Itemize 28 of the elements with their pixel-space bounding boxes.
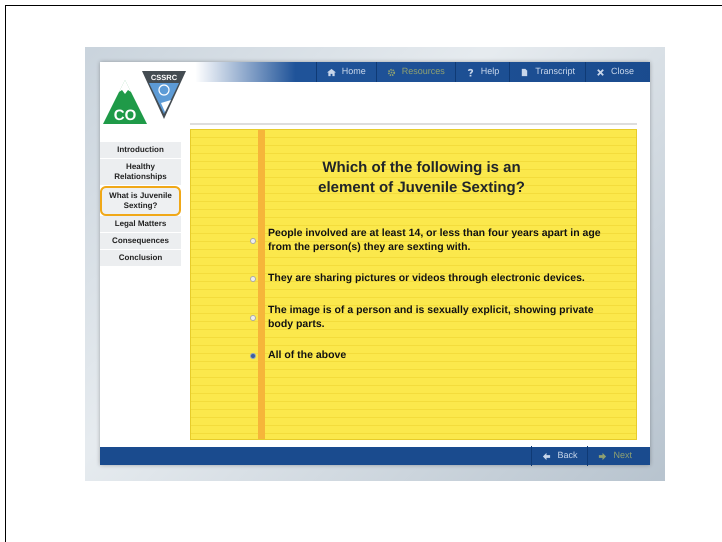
radio-button[interactable] (250, 238, 256, 244)
answer-option: People involved are at least 14, or less than four years apart in age from the person(s) they are sexting with. (268, 227, 608, 254)
answer-option: They are sharing pictures or videos through electronic devices. (268, 272, 585, 286)
page-icon (520, 68, 530, 76)
close-icon (596, 68, 605, 76)
sidebar-item[interactable]: Consequences (100, 233, 181, 250)
nav-button[interactable]: Back (531, 446, 588, 466)
colorado-logo: CO (102, 78, 148, 126)
radio-button[interactable] (250, 353, 256, 360)
sidebar-item[interactable]: Conclusion (100, 250, 181, 267)
sidebar-item[interactable]: Introduction (100, 142, 181, 159)
question-title: Which of the following is an element of Juvenile Sexting? (317, 158, 526, 197)
help-icon (466, 68, 475, 76)
toolbar-button[interactable]: Transcript (509, 62, 585, 82)
sidebar-item[interactable]: Healthy Relationships (100, 159, 181, 186)
sidebar-item[interactable]: Legal Matters (100, 216, 181, 233)
right-arrow-icon (598, 452, 608, 460)
radio-button[interactable] (250, 314, 256, 321)
toolbar-button[interactable]: Help (454, 62, 510, 82)
toolbar-button[interactable]: Close (584, 62, 644, 82)
home-icon (326, 68, 336, 76)
radio-button[interactable] (250, 276, 256, 282)
left-arrow-icon (542, 452, 552, 460)
gear-icon (386, 68, 396, 76)
answer-option: All of the above (268, 349, 346, 363)
toolbar-button[interactable]: Home (316, 62, 376, 82)
answer-option: The image is of a person and is sexually explicit, showing private body parts. (268, 304, 608, 332)
sidebar-item[interactable]: What is Juvenile Sexting? (100, 186, 181, 216)
